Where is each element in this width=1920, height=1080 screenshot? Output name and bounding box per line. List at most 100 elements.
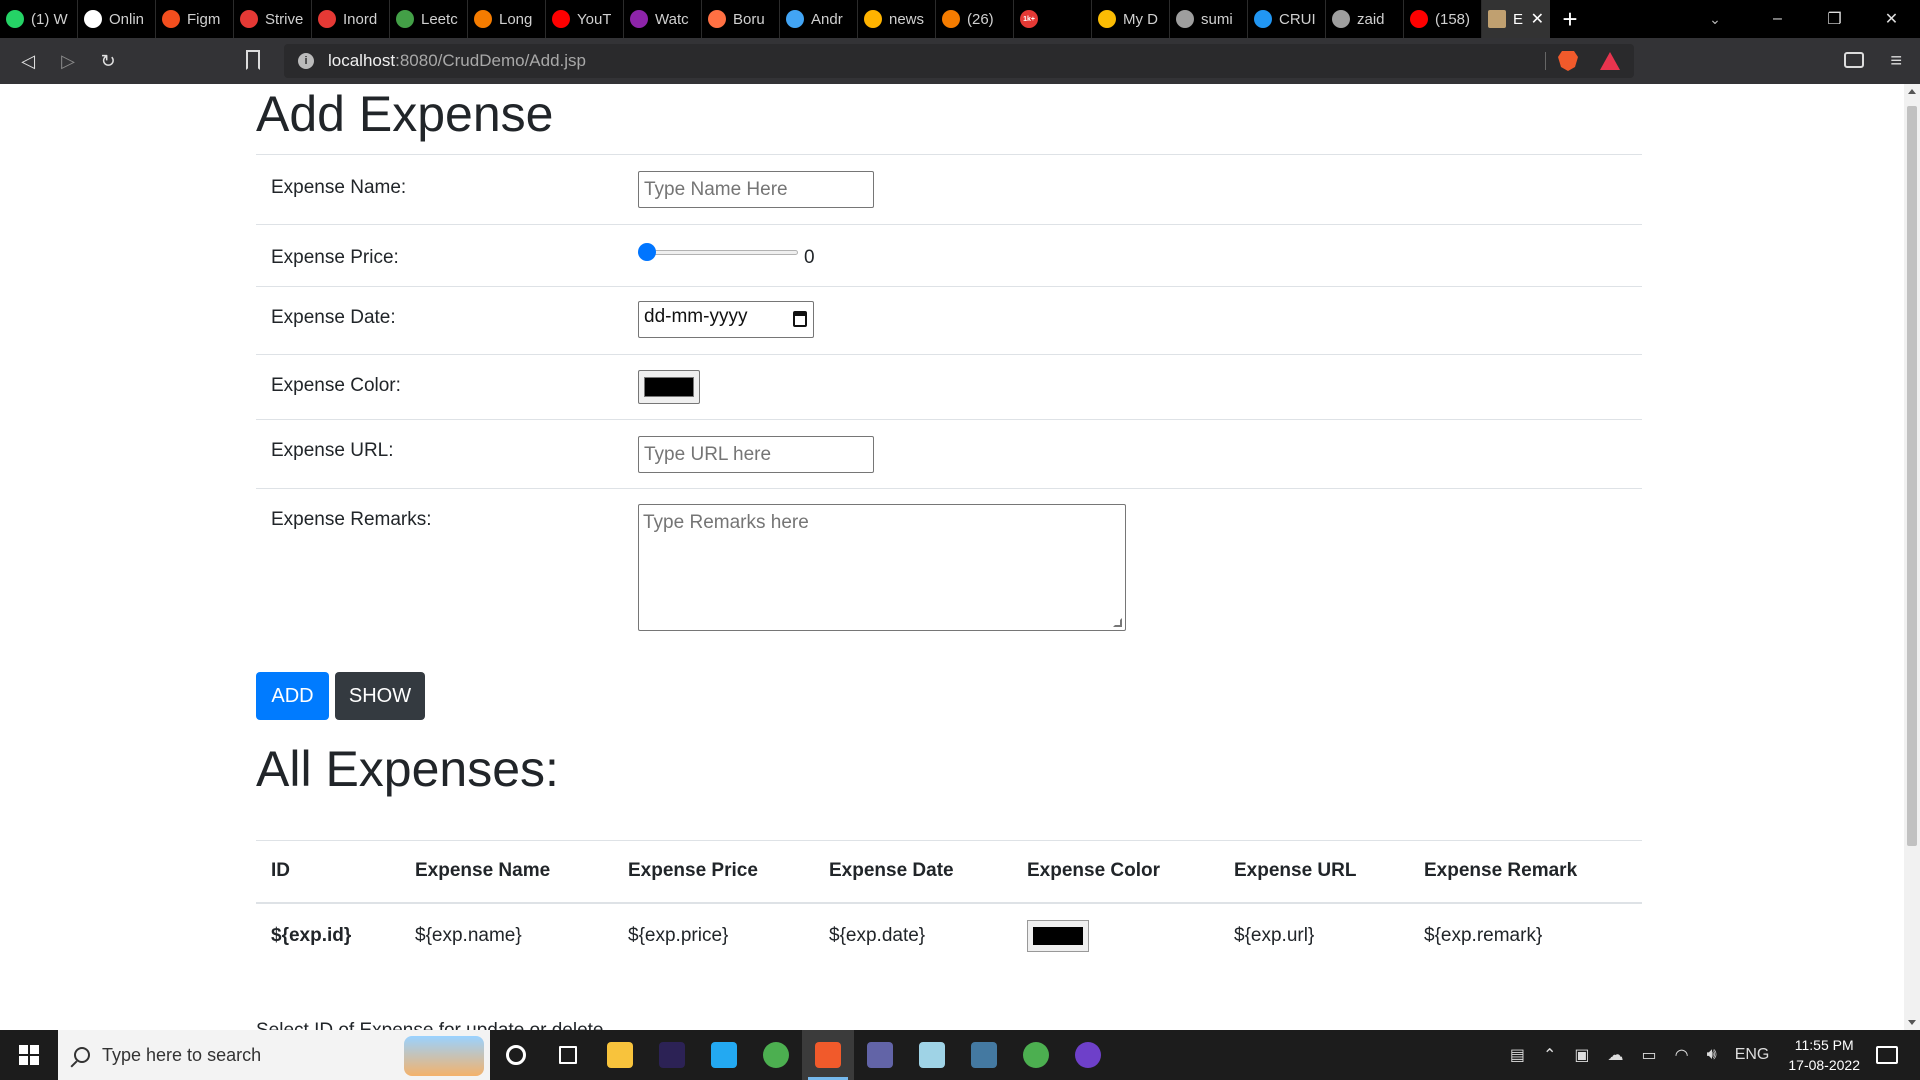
vscode-taskbar-button[interactable] xyxy=(698,1030,750,1080)
brave-icon xyxy=(815,1042,841,1068)
clock-date: 17-08-2022 xyxy=(1788,1057,1860,1073)
site-info-icon[interactable]: i xyxy=(298,53,314,69)
calendar-icon[interactable] xyxy=(793,311,807,327)
remarks-textarea[interactable]: Type Remarks here xyxy=(638,504,1126,631)
onedrive-icon[interactable]: ☁ xyxy=(1608,1045,1624,1065)
takeuforward-icon xyxy=(240,10,258,28)
brave-rewards-icon[interactable] xyxy=(1600,52,1620,70)
browser-tab[interactable]: YouT xyxy=(546,0,624,38)
browser-tab[interactable]: CRUI xyxy=(1248,0,1326,38)
back-icon[interactable]: ◁ xyxy=(8,38,48,84)
name-input[interactable] xyxy=(638,171,874,208)
price-slider-track[interactable] xyxy=(638,250,798,255)
date-input[interactable]: dd-mm-yyyy xyxy=(638,301,814,338)
price-slider-thumb[interactable] xyxy=(638,243,656,261)
volume-icon[interactable]: 🔊︎ xyxy=(1707,1046,1717,1064)
browser-tab[interactable]: Strive xyxy=(234,0,312,38)
task-view-taskbar-button[interactable] xyxy=(542,1030,594,1080)
notification-center-icon[interactable] xyxy=(1876,1046,1898,1064)
show-hidden-icons-chevron-icon[interactable]: ⌃ xyxy=(1543,1045,1556,1065)
add-button[interactable]: ADD xyxy=(256,672,329,720)
tab-search-chevron-icon[interactable]: ⌄ xyxy=(1690,0,1740,38)
brave-shields-icon[interactable] xyxy=(1558,51,1578,71)
cell-id: ${exp.id} xyxy=(271,924,352,946)
eclipse-icon xyxy=(659,1042,685,1068)
reload-icon[interactable]: ↻ xyxy=(88,38,128,84)
bookmark-icon[interactable] xyxy=(246,50,260,70)
mysql-workbench-taskbar-button[interactable] xyxy=(958,1030,1010,1080)
table-row: ${exp.id} ${exp.name} ${exp.price} ${exp… xyxy=(256,903,1642,968)
menu-icon[interactable]: ≡ xyxy=(1890,50,1902,73)
tab-title: (1) W xyxy=(31,10,68,28)
close-window-button[interactable]: ✕ xyxy=(1863,0,1920,38)
url-text[interactable]: localhost:8080/CrudDemo/Add.jsp xyxy=(328,51,586,71)
browser-tab[interactable]: Andr xyxy=(780,0,858,38)
forward-icon[interactable]: ▷ xyxy=(48,38,88,84)
browser-tab[interactable]: Watc xyxy=(624,0,702,38)
taskbar-apps xyxy=(490,1030,1114,1080)
color-swatch xyxy=(644,377,694,397)
clock[interactable]: 11:55 PM 17-08-2022 xyxy=(1788,1035,1860,1075)
page-scrollbar[interactable] xyxy=(1904,84,1920,1030)
show-button[interactable]: SHOW xyxy=(335,672,425,720)
github-desktop-taskbar-button[interactable] xyxy=(1062,1030,1114,1080)
meet-now-icon[interactable]: ▣ xyxy=(1574,1045,1589,1065)
cell-price: ${exp.price} xyxy=(628,924,729,946)
url-input[interactable] xyxy=(638,436,874,473)
browser-tab[interactable]: (1) W xyxy=(0,0,78,38)
close-tab-icon[interactable]: ✕ xyxy=(1531,9,1544,29)
browser-tab[interactable]: My D xyxy=(1092,0,1170,38)
resize-handle-icon[interactable] xyxy=(1113,618,1122,627)
tab-title: Inord xyxy=(343,10,378,28)
tab-title: Boru xyxy=(733,10,765,28)
news-widget-icon[interactable]: ▤ xyxy=(1510,1045,1525,1065)
browser-tab[interactable]: Onlin xyxy=(78,0,156,38)
browser-tab[interactable]: Long xyxy=(468,0,546,38)
file-explorer-taskbar-button[interactable] xyxy=(594,1030,646,1080)
scrollbar-thumb[interactable] xyxy=(1907,106,1917,846)
tab-title: zaid xyxy=(1357,10,1385,28)
language-indicator[interactable]: ENG xyxy=(1735,1046,1770,1064)
tab-title: Figm xyxy=(187,10,221,28)
taskbar-search[interactable]: Type here to search xyxy=(58,1030,490,1080)
file-explorer-icon xyxy=(607,1042,633,1068)
battery-icon[interactable]: ▭ xyxy=(1642,1045,1657,1065)
browser-tab[interactable]: zaid xyxy=(1326,0,1404,38)
eclipse-taskbar-button[interactable] xyxy=(646,1030,698,1080)
browser-tab[interactable]: Inord xyxy=(312,0,390,38)
address-bar[interactable]: i localhost:8080/CrudDemo/Add.jsp xyxy=(284,44,1634,78)
youtube-icon xyxy=(1410,10,1428,28)
chrome-taskbar-button[interactable] xyxy=(750,1030,802,1080)
code-icon xyxy=(786,10,804,28)
scroll-up-icon[interactable] xyxy=(1908,89,1916,94)
mysql-workbench-icon xyxy=(971,1042,997,1068)
browser-tab[interactable]: news xyxy=(858,0,936,38)
color-picker[interactable] xyxy=(638,370,700,404)
cortana-taskbar-button[interactable] xyxy=(490,1030,542,1080)
teams-taskbar-button[interactable] xyxy=(854,1030,906,1080)
expense-table: ID Expense Name Expense Price Expense Da… xyxy=(256,840,1642,968)
wallet-icon[interactable] xyxy=(1844,52,1864,68)
page-icon xyxy=(1488,10,1506,28)
new-tab-button[interactable]: + xyxy=(1550,0,1590,38)
search-highlight-icon[interactable] xyxy=(404,1036,484,1076)
tab-title: sumi xyxy=(1201,10,1233,28)
start-button[interactable] xyxy=(0,1030,58,1080)
browser-tab[interactable]: Boru xyxy=(702,0,780,38)
browser-tab[interactable]: sumi xyxy=(1170,0,1248,38)
date-label: Expense Date: xyxy=(271,307,396,328)
scroll-down-icon[interactable] xyxy=(1908,1020,1916,1025)
browser-tab[interactable]: (26) xyxy=(936,0,1014,38)
browser-tab[interactable]: Leetc xyxy=(390,0,468,38)
restore-button[interactable]: ❐ xyxy=(1806,0,1863,38)
cell-url: ${exp.url} xyxy=(1234,924,1315,946)
notepad-taskbar-button[interactable] xyxy=(906,1030,958,1080)
brave-taskbar-button[interactable] xyxy=(802,1030,854,1080)
wifi-icon[interactable]: ◠ xyxy=(1675,1045,1689,1065)
browser-tab[interactable]: Figm xyxy=(156,0,234,38)
minimize-button[interactable]: – xyxy=(1749,0,1806,38)
browser-tab[interactable]: 1k+ xyxy=(1014,0,1092,38)
browser-tab-active[interactable]: E ✕ xyxy=(1482,0,1550,38)
chrome-profile-taskbar-button[interactable] xyxy=(1010,1030,1062,1080)
browser-tab[interactable]: (158) xyxy=(1404,0,1482,38)
